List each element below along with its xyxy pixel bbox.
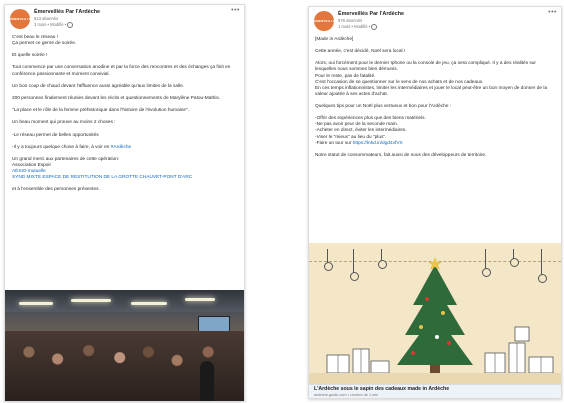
ceiling-lamp (71, 299, 111, 302)
ceiling-lamp (19, 302, 53, 305)
ceiling-lamp (131, 302, 167, 305)
post-card-right: ÉMERVEILLÉS Émerveillés Par l'Ardèche 97… (308, 6, 562, 399)
christmas-tree-image[interactable] (309, 243, 561, 384)
tree-illustration (309, 257, 561, 384)
author-name[interactable]: Émerveillés Par l'Ardèche (338, 11, 404, 17)
ceiling (5, 290, 244, 312)
hashtag-link[interactable]: #Ardèche (111, 145, 131, 150)
external-link[interactable]: https://lnkd.in/dgd4xfVX (353, 141, 403, 146)
paragraph: -Il y a toujours quelque chose à faire, … (12, 145, 236, 151)
line-text: -Il y a toujours quelque chose à faire, … (12, 144, 111, 150)
post-meta: 1 mois • Modifié • (338, 24, 378, 30)
author-name[interactable]: Émerveillés Par l'Ardèche (34, 9, 100, 15)
paragraph: Tout commence par une conversation anodi… (12, 65, 232, 77)
globe-icon (371, 24, 378, 30)
caption-source: ardeche-guide.com • Lecture de 1 min (314, 393, 379, 397)
paragraph: -Offrir des expériences plus que des bie… (315, 116, 426, 140)
company-avatar[interactable]: ÉMERVEILLÉS (314, 11, 334, 31)
paragraph: Un grand merci aux partenaires de cette … (12, 156, 120, 168)
post-text: C'est beau le réseau ! Ça permet ce genr… (5, 35, 244, 193)
post-header: ÉMERVEILLÉS Émerveillés Par l'Ardèche 97… (309, 7, 561, 37)
paragraph: -Le réseau permet de belles opportunités (12, 132, 99, 138)
paragraph: Quelques tips pour un Noël plus vertueux… (315, 104, 452, 110)
post-meta-text: 3 mois • Modifié • (34, 22, 67, 28)
company-avatar[interactable]: ÉMERVEILLÉS (10, 9, 30, 29)
paragraph: Notre statut de consommateurs, fait auss… (315, 152, 487, 158)
post-card-left: ÉMERVEILLÉS Émerveillés Par l'Ardèche 61… (4, 4, 245, 402)
paragraph: Alors, oui forcément pour le dernier Iph… (315, 61, 548, 97)
caption-title: L'Ardèche sous le sapin des cadeaux made… (314, 386, 450, 392)
paragraph: [Made in Ardèche] (315, 37, 354, 42)
more-options-icon[interactable]: ••• (548, 9, 557, 16)
globe-icon (67, 22, 74, 28)
paragraph: Un beau moment qui prouve au moins 2 cho… (12, 120, 116, 126)
ceiling-lamp (185, 298, 215, 301)
post-meta: 3 mois • Modifié • (34, 22, 74, 28)
paragraph: 200 personnes finalement réunies devant … (12, 95, 221, 101)
paragraph: C'est beau le réseau ! Ça permet ce genr… (12, 35, 77, 47)
partner-link[interactable]: SYND MIXTE ESPACE DE RESTITUTION DE LA G… (12, 175, 236, 181)
post-text: [Made in Ardèche] Cette année, c'est déc… (309, 37, 561, 159)
link-preview-caption[interactable]: L'Ardèche sous le sapin des cadeaux made… (309, 384, 561, 398)
post-meta-text: 1 mois • Modifié • (338, 24, 371, 30)
paragraph: Cette année, c'est décidé, Noël sera loc… (315, 49, 406, 55)
paragraph: -Faire un tour sur https://lnkd.in/dgd4x… (315, 141, 553, 147)
line-text: -Faire un tour sur (315, 140, 353, 146)
more-options-icon[interactable]: ••• (231, 7, 240, 14)
post-header: ÉMERVEILLÉS Émerveillés Par l'Ardèche 61… (5, 5, 244, 35)
followers-count: 978 abonnés (338, 18, 363, 23)
conference-photo[interactable] (5, 290, 244, 401)
paragraph: et à l'ensemble des personnes présentes. (12, 187, 100, 193)
followers-count: 613 abonnés (34, 16, 59, 21)
paragraph: Un bon coup de chaud devant l'affluence … (12, 83, 185, 89)
speaker-figure (200, 361, 214, 401)
paragraph: "La place et le rôle de la femme préhist… (12, 108, 190, 114)
paragraph: Et quelle soirée ! (12, 53, 48, 59)
